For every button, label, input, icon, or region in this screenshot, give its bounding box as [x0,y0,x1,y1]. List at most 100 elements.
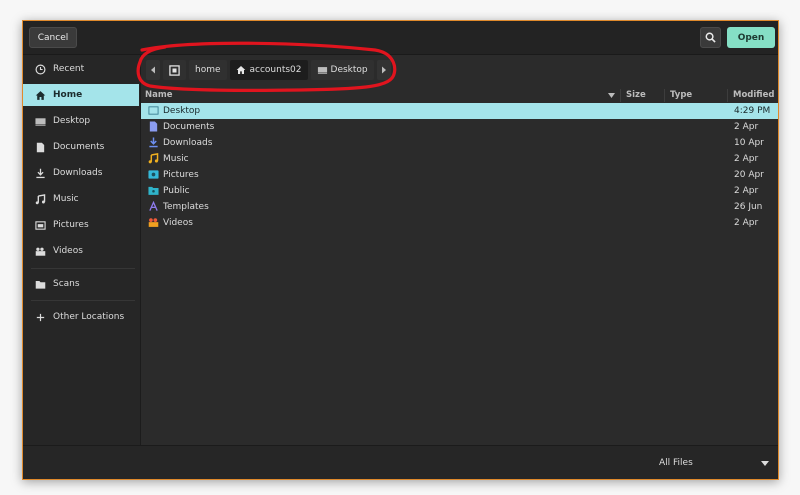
file-name: Pictures [163,170,199,180]
file-row[interactable]: Downloads 10 Apr [141,135,778,151]
picture-icon [34,219,46,231]
file-row[interactable]: Desktop 4:29 PM [141,103,778,119]
path-crumb-desktop[interactable]: Desktop [310,60,374,80]
sidebar-separator [31,300,135,301]
sidebar-item-label: Music [53,194,79,204]
sidebar-separator [31,268,135,269]
file-list: Name Size Type Modified Desktop 4:29 PM … [141,88,778,446]
file-row[interactable]: Music 2 Apr [141,151,778,167]
file-row[interactable]: Videos 2 Apr [141,215,778,231]
sidebar-item-home[interactable]: Home [23,84,139,106]
footer-bar: All Files [23,445,778,479]
file-name: Downloads [163,138,213,148]
places-sidebar: Recent Home Desktop Documents Downloads [23,55,141,446]
clock-icon [34,63,46,75]
desktop-icon [34,115,46,127]
path-crumb-home[interactable]: home [189,60,227,80]
download-icon [34,167,46,179]
sidebar-item-label: Recent [53,64,85,74]
sidebar-item-videos[interactable]: Videos [23,240,139,262]
path-scroll-left-button[interactable] [146,60,160,80]
sidebar-item-label: Scans [53,279,80,289]
file-row[interactable]: Public 2 Apr [141,183,778,199]
file-modified: 20 Apr [734,170,764,180]
document-icon [34,141,46,153]
sort-arrow-icon [608,93,615,98]
chevron-right-icon [381,66,386,74]
file-name: Videos [163,218,193,228]
public-icon [148,186,159,195]
file-modified: 2 Apr [734,186,759,196]
file-modified: 2 Apr [734,218,759,228]
chevron-left-icon [151,66,155,74]
path-crumb-label: Desktop [330,65,368,75]
file-modified: 26 Jun [734,202,763,212]
download-icon [149,137,158,148]
column-size[interactable]: Size [626,88,646,103]
plus-icon [34,311,46,323]
sidebar-item-label: Desktop [53,116,91,126]
column-modified[interactable]: Modified [733,88,774,103]
sidebar-item-label: Other Locations [53,312,125,322]
video-icon [148,218,159,227]
search-button[interactable] [700,27,721,48]
path-crumb-accounts02[interactable]: accounts02 [229,60,308,80]
drive-icon [169,64,180,76]
column-separator [727,89,728,102]
sidebar-item-label: Documents [53,142,105,152]
file-row[interactable]: Pictures 20 Apr [141,167,778,183]
music-icon [148,153,159,164]
path-crumb-label: accounts02 [249,65,302,75]
sidebar-item-documents[interactable]: Documents [23,136,139,158]
home-icon [236,66,245,74]
chevron-down-icon [761,461,769,466]
column-header: Name Size Type Modified [141,88,778,103]
search-icon [705,32,716,43]
picture-icon [148,170,159,179]
path-scroll-right-button[interactable] [376,60,391,80]
file-modified: 2 Apr [734,122,759,132]
cancel-button[interactable]: Cancel [29,27,77,48]
sidebar-item-label: Pictures [53,220,89,230]
path-crumb-root[interactable] [163,60,186,80]
sidebar-item-label: Downloads [53,168,103,178]
sidebar-item-recent[interactable]: Recent [23,58,139,80]
file-name: Public [163,186,190,196]
folder-icon [34,278,46,290]
column-name[interactable]: Name [145,88,172,103]
file-filter-dropdown[interactable]: All Files [659,453,777,473]
sidebar-item-other-locations[interactable]: Other Locations [23,306,139,328]
file-name: Templates [163,202,209,212]
music-icon [34,193,46,205]
file-row[interactable]: Templates 26 Jun [141,199,778,215]
sidebar-item-desktop[interactable]: Desktop [23,110,139,132]
file-modified: 2 Apr [734,154,759,164]
header-bar: Cancel Open [23,21,778,55]
video-icon [34,245,46,257]
home-icon [34,89,46,101]
file-row[interactable]: Documents 2 Apr [141,119,778,135]
sidebar-item-pictures[interactable]: Pictures [23,214,139,236]
file-name: Documents [163,122,215,132]
desktop-icon [317,67,327,74]
open-button[interactable]: Open [727,27,775,48]
file-name: Desktop [163,106,201,116]
desktop-icon [148,106,159,115]
template-icon [149,201,158,211]
sidebar-item-music[interactable]: Music [23,188,139,210]
sidebar-item-label: Home [53,90,83,100]
document-icon [149,121,158,132]
file-modified: 10 Apr [734,138,764,148]
column-separator [620,89,621,102]
sidebar-item-downloads[interactable]: Downloads [23,162,139,184]
file-filter-label: All Files [659,458,693,468]
file-chooser-dialog: Cancel Open Recent Home Desktop Document… [22,20,779,480]
sidebar-item-scans[interactable]: Scans [23,273,139,295]
column-type[interactable]: Type [670,88,692,103]
path-bar: home accounts02 Desktop [146,59,394,81]
file-name: Music [163,154,189,164]
path-crumb-label: home [195,65,221,75]
sidebar-item-label: Videos [53,246,83,256]
column-separator [664,89,665,102]
file-modified: 4:29 PM [734,106,771,116]
